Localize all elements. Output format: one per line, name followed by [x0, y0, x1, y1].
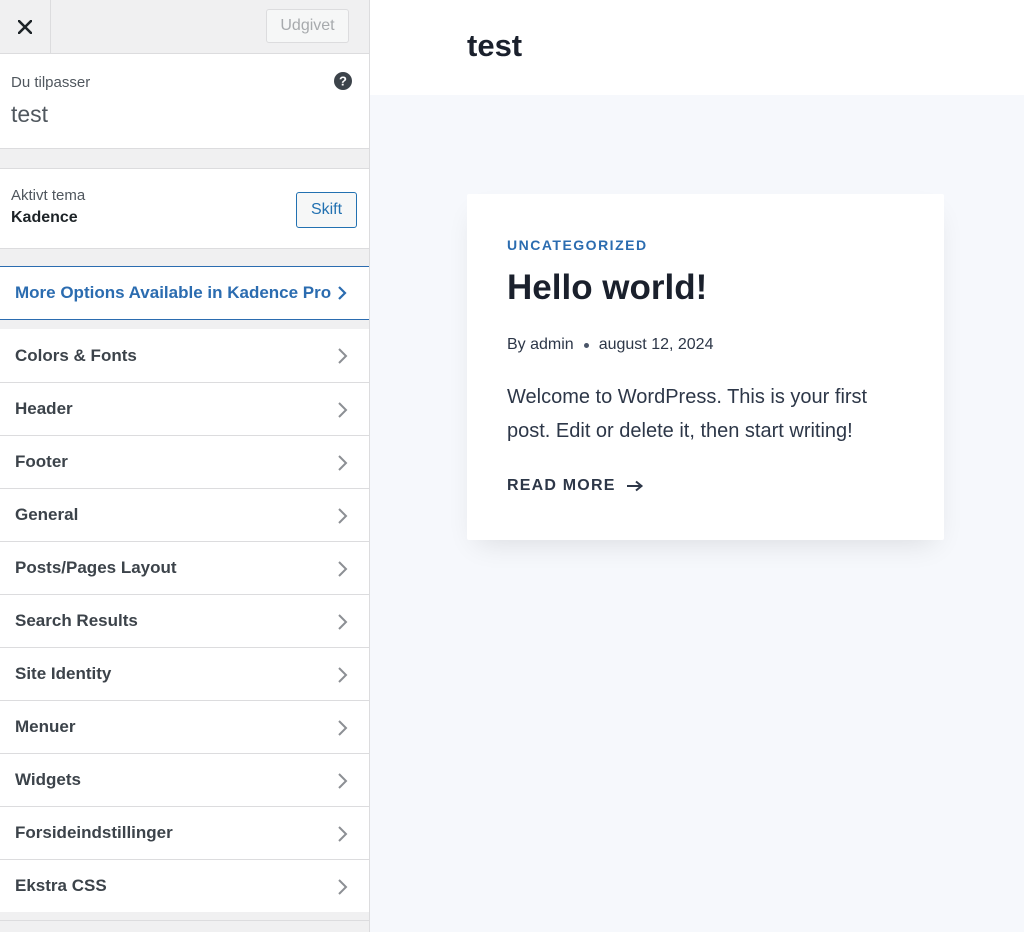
- section-general[interactable]: General: [0, 488, 369, 541]
- chevron-right-icon: [338, 720, 348, 736]
- read-more-link[interactable]: READ MORE: [507, 477, 644, 495]
- kadence-pro-label: More Options Available in Kadence Pro: [15, 283, 332, 302]
- customizer-header: Udgivet: [0, 0, 369, 54]
- close-button[interactable]: [0, 0, 51, 53]
- section-widgets[interactable]: Widgets: [0, 753, 369, 806]
- change-theme-button[interactable]: Skift: [296, 192, 357, 228]
- active-theme-name: Kadence: [11, 209, 78, 226]
- post-category[interactable]: UNCATEGORIZED: [507, 237, 648, 253]
- chevron-right-icon: [338, 773, 348, 789]
- section-menus[interactable]: Menuer: [0, 700, 369, 753]
- section-label: Header: [15, 399, 73, 418]
- section-header[interactable]: Header: [0, 382, 369, 435]
- customizer-sidebar: Udgivet Du tilpasser test ? Aktivt tema …: [0, 0, 370, 932]
- section-label: Search Results: [15, 611, 138, 630]
- site-name: test: [11, 101, 49, 127]
- section-site-identity[interactable]: Site Identity: [0, 647, 369, 700]
- section-label: Forsideindstillinger: [15, 823, 173, 842]
- post-excerpt: Welcome to WordPress. This is your first…: [507, 386, 868, 442]
- chevron-right-icon: [338, 455, 348, 471]
- section-homepage-settings[interactable]: Forsideindstillinger: [0, 806, 369, 859]
- meta-separator: [583, 342, 589, 348]
- customizer-sections: Colors & Fonts Header Footer General Pos…: [0, 329, 369, 912]
- site-header: test: [370, 0, 1024, 95]
- section-label: Widgets: [15, 770, 81, 789]
- site-title[interactable]: test: [467, 28, 522, 64]
- post-meta: By admin august 12, 2024: [507, 336, 713, 354]
- help-icon[interactable]: ?: [334, 72, 352, 90]
- active-theme-label: Aktivt tema: [11, 187, 86, 204]
- customizing-info: Du tilpasser test: [0, 54, 369, 149]
- post-title[interactable]: Hello world!: [507, 268, 707, 308]
- section-additional-css[interactable]: Ekstra CSS: [0, 859, 369, 912]
- chevron-right-icon: [338, 508, 348, 524]
- arrow-right-icon: [626, 480, 643, 492]
- customizing-label: Du tilpasser: [11, 74, 91, 91]
- sections-divider: [0, 920, 369, 921]
- publish-button[interactable]: Udgivet: [266, 9, 349, 43]
- section-label: Colors & Fonts: [15, 345, 137, 365]
- post-date[interactable]: august 12, 2024: [599, 336, 714, 354]
- chevron-right-icon: [338, 614, 348, 630]
- read-more-label: READ MORE: [507, 477, 616, 494]
- active-theme-panel: Aktivt tema Kadence Skift: [0, 168, 369, 249]
- chevron-right-icon: [338, 348, 348, 364]
- kadence-pro-link[interactable]: More Options Available in Kadence Pro: [0, 266, 369, 320]
- section-footer[interactable]: Footer: [0, 435, 369, 488]
- chevron-right-icon: [338, 879, 348, 895]
- section-colors-fonts[interactable]: Colors & Fonts: [0, 329, 369, 382]
- svg-text:?: ?: [339, 74, 347, 89]
- section-posts-pages-layout[interactable]: Posts/Pages Layout: [0, 541, 369, 594]
- section-label: Footer: [15, 452, 68, 471]
- section-label: Posts/Pages Layout: [15, 558, 177, 577]
- post-card: UNCATEGORIZED Hello world! By admin augu…: [467, 194, 944, 540]
- post-author[interactable]: By admin: [507, 336, 574, 354]
- section-label: Ekstra CSS: [15, 876, 107, 895]
- site-preview: test UNCATEGORIZED Hello world! By admin…: [370, 0, 1024, 932]
- chevron-right-icon: [338, 286, 347, 300]
- section-label: General: [15, 505, 79, 524]
- chevron-right-icon: [338, 402, 348, 418]
- section-search-results[interactable]: Search Results: [0, 594, 369, 647]
- section-label: Menuer: [15, 717, 76, 736]
- chevron-right-icon: [338, 561, 348, 577]
- chevron-right-icon: [338, 667, 348, 683]
- chevron-right-icon: [338, 826, 348, 842]
- close-icon: [18, 19, 32, 34]
- section-label: Site Identity: [15, 664, 112, 683]
